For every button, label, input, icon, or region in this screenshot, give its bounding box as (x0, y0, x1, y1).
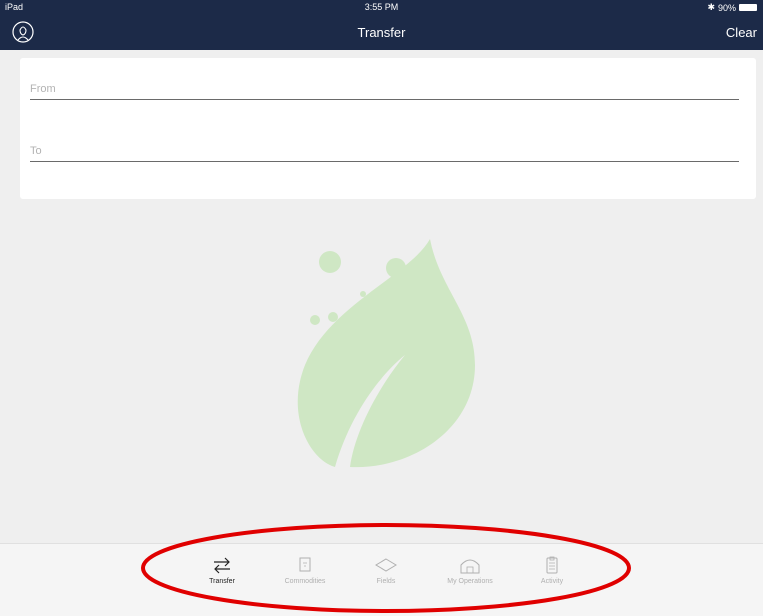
clipboard-icon (546, 556, 558, 574)
tab-fields[interactable]: Fields (346, 556, 426, 585)
tab-bar: Transfer Commodities Fields My Operation… (0, 543, 763, 616)
status-bar: iPad 3:55 PM ✱ 90% (0, 0, 763, 16)
navigation-bar: Transfer Clear (0, 16, 763, 50)
battery-icon (739, 4, 757, 11)
tab-transfer[interactable]: Transfer (182, 556, 262, 585)
barn-icon (460, 559, 480, 574)
fields-icon (375, 558, 397, 572)
status-time: 3:55 PM (364, 2, 399, 12)
clear-button[interactable]: Clear (726, 25, 757, 40)
to-field[interactable] (30, 141, 739, 161)
leaf-logo (297, 239, 475, 468)
to-field-container (30, 141, 739, 162)
main-content (0, 50, 763, 543)
tab-commodities[interactable]: Commodities (265, 556, 345, 585)
transfer-icon (214, 557, 230, 574)
tab-transfer-label: Transfer (209, 578, 235, 585)
tab-commodities-label: Commodities (284, 578, 326, 585)
from-field-container (30, 79, 739, 100)
tab-fields-label: Fields (376, 578, 396, 585)
tab-activity-label: Activity (540, 578, 564, 585)
battery-status: ✱ 90% (707, 2, 757, 13)
tab-activity[interactable]: Activity (512, 556, 592, 585)
commodities-icon (299, 557, 311, 572)
page-title: Transfer (357, 25, 406, 40)
battery-percent: 90% (717, 2, 736, 13)
from-field[interactable] (30, 79, 739, 99)
transfer-form-card (20, 58, 756, 199)
tab-my-operations-label: My Operations (447, 578, 493, 585)
tab-my-operations[interactable]: My Operations (430, 556, 510, 585)
bluetooth-icon: ✱ (707, 2, 715, 12)
